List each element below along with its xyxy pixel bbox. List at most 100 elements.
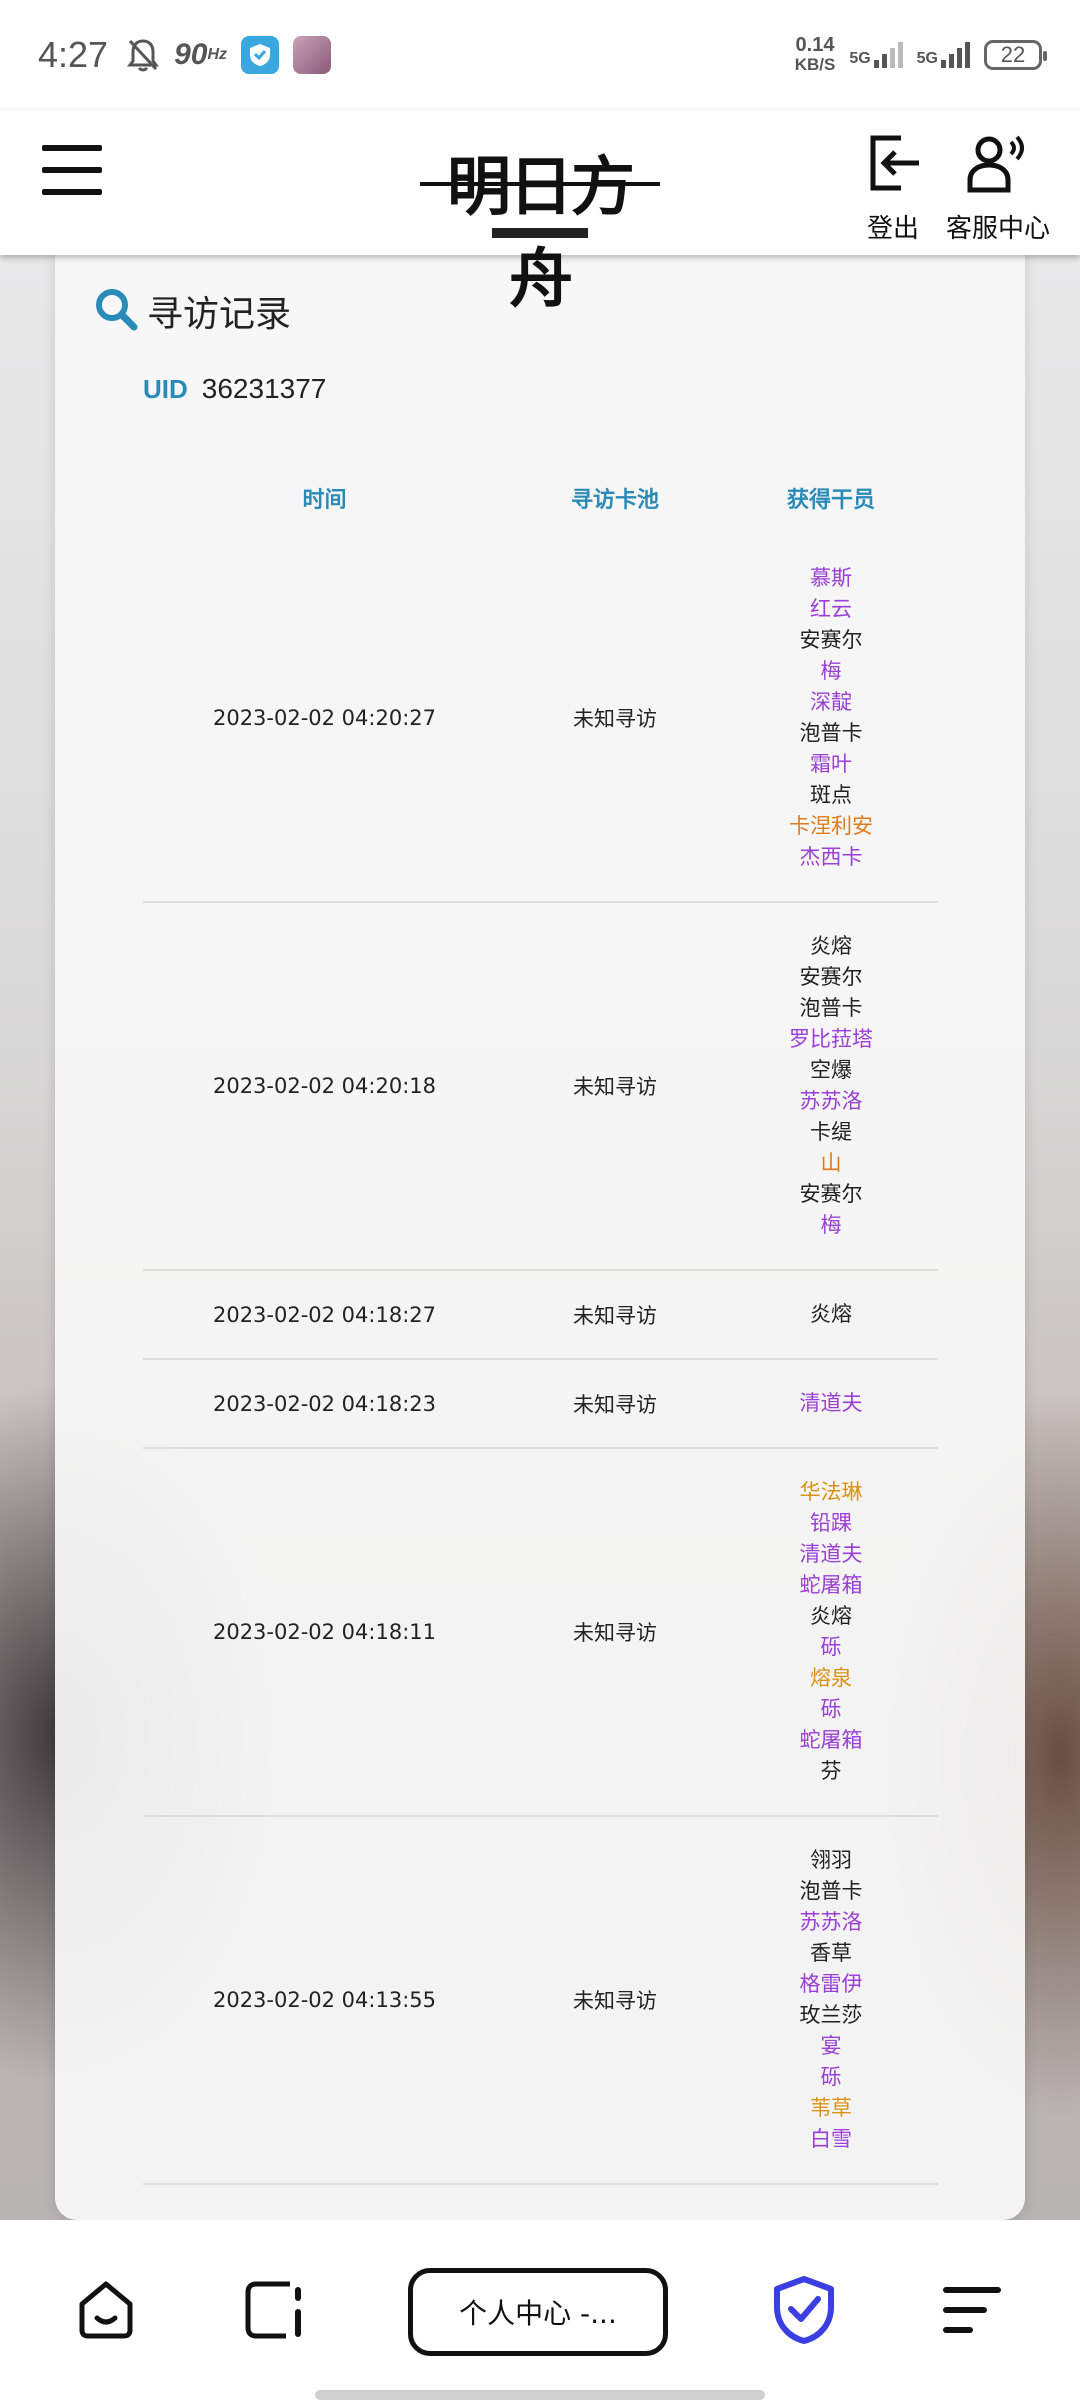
battery-level: 22: [1000, 42, 1026, 67]
operator-name: 炎熔: [810, 1604, 852, 1628]
operator-name: 卡涅利安: [789, 814, 873, 838]
operator-name: 安赛尔: [799, 1182, 863, 1206]
row-operators: 炎熔 安赛尔 泡普卡 罗比菈塔 空爆 苏苏洛 卡缇山安赛尔梅: [724, 903, 938, 1269]
table-row: 2023-02-02 04:20:18 未知寻访 炎熔 安赛尔 泡普卡 罗比菈塔 空爆 苏苏洛…: [143, 903, 938, 1271]
operator-name: 翎羽: [810, 1848, 852, 1872]
app-avatar-icon: [293, 36, 332, 74]
operator-name: 梅: [820, 1213, 842, 1237]
row-operators: 翎羽 泡普卡 苏苏洛 香草 格雷伊 玫兰莎宴砾苇草 白雪: [724, 1817, 938, 2183]
operator-name: 白雪: [810, 2127, 852, 2151]
logout-icon: [858, 128, 928, 198]
table-row: 2023-02-02 04:13:55 未知寻访 翎羽 泡普卡 苏苏洛 香草 格雷伊 玫兰莎宴…: [143, 1817, 938, 2185]
shield-check-icon[interactable]: [764, 2270, 844, 2350]
tabs-icon[interactable]: [234, 2270, 314, 2350]
operator-name: 空爆: [810, 1058, 852, 1082]
battery-icon: 22: [984, 40, 1047, 70]
operator-name: 苇草: [810, 2096, 852, 2120]
net-speed-unit: KB/S: [794, 55, 836, 74]
operator-name: 斑点: [810, 783, 852, 807]
status-time: 4:27: [38, 34, 109, 75]
bell-muted-icon: [126, 37, 160, 73]
operator-name: 铅踝: [810, 1511, 852, 1535]
signal-1: 5G: [849, 42, 903, 68]
signal-bars-icon: [873, 42, 903, 68]
operator-name: 梅: [820, 659, 842, 683]
row-time: 2023-02-02 04:18:27: [212, 1302, 437, 1327]
table-row: 2023-02-02 04:18:27 未知寻访 炎熔: [143, 1271, 938, 1360]
signal-2: 5G: [917, 42, 970, 68]
operator-name: 砾: [820, 1697, 842, 1721]
current-tab-button[interactable]: 个人中心 -...: [408, 2268, 668, 2356]
signal-1-label: 5G: [849, 50, 871, 67]
uid-value: 36231377: [201, 373, 327, 404]
operator-name: 玫兰莎: [799, 2003, 863, 2027]
operator-name: 安赛尔: [799, 965, 863, 989]
operator-name: 霜叶: [810, 752, 852, 776]
row-time: 2023-02-02 04:20:18: [212, 1074, 437, 1098]
row-operators: 华法琳 铅踝 清道夫 蛇屠箱 炎熔砾熔泉砾蛇屠箱芬: [724, 1449, 938, 1815]
uid-label: UID: [143, 374, 188, 404]
site-logo[interactable]: 明日方舟: [420, 124, 660, 317]
operator-name: 安赛尔: [799, 628, 863, 652]
refresh-rate-unit: Hz: [207, 46, 228, 63]
customer-service-icon: [963, 128, 1033, 198]
app-shield-icon: [241, 36, 280, 74]
row-pool: 未知寻访: [573, 1989, 657, 2013]
operator-name: 杰西卡: [799, 845, 863, 869]
operator-name: 苏苏洛: [799, 1910, 863, 1934]
row-pool: 未知寻访: [573, 1303, 657, 1328]
row-time: 2023-02-02 04:18:11: [212, 1620, 437, 1644]
home-icon[interactable]: [66, 2270, 146, 2350]
column-header-time: 时间: [302, 487, 347, 513]
status-bar: 4:27 90 Hz 0.14 KB/S 5G 5G 22: [0, 0, 1080, 110]
row-time: 2023-02-02 04:13:55: [212, 1988, 437, 2012]
table-row: 2023-02-02 04:18:11 未知寻访 华法琳 铅踝 清道夫 蛇屠箱 炎熔砾熔泉砾…: [143, 1449, 938, 1817]
row-operators: 慕斯 红云 安赛尔梅深靛 泡普卡 霜叶 斑点 卡涅利安 杰西卡: [724, 535, 938, 901]
row-operators: 炎熔: [724, 1271, 938, 1358]
operator-name: 苏苏洛: [799, 1089, 863, 1113]
signal-bars-icon: [941, 42, 970, 68]
current-tab-label: 个人中心 -...: [459, 2297, 617, 2330]
operator-name: 蛇屠箱: [799, 1728, 863, 1752]
card-title-label: 寻访记录: [147, 294, 292, 335]
row-operators: 清道夫: [724, 1360, 938, 1447]
net-speed-value: 0.14: [795, 34, 835, 56]
operator-name: 罗比菈塔: [789, 1027, 873, 1051]
row-pool: 未知寻访: [573, 1621, 657, 1645]
refresh-rate: 90 Hz: [174, 38, 227, 72]
operator-name: 炎熔: [810, 1302, 852, 1326]
operator-name: 砾: [820, 1635, 842, 1659]
hamburger-menu-icon[interactable]: [42, 145, 102, 195]
operator-name: 泡普卡: [799, 721, 863, 745]
uid-row: UID 36231377: [143, 373, 326, 405]
operator-name: 泡普卡: [799, 996, 863, 1020]
operator-name: 熔泉: [810, 1666, 852, 1690]
table-row: 2023-02-02 04:18:23 未知寻访 清道夫: [143, 1360, 938, 1449]
row-time: 2023-02-02 04:18:23: [212, 1391, 437, 1416]
refresh-rate-value: 90: [174, 38, 208, 71]
operator-name: 芬: [820, 1759, 842, 1783]
top-nav: 明日方舟 登出 客服中心: [0, 110, 1080, 317]
column-header-operators: 获得干员: [786, 487, 875, 513]
row-pool: 未知寻访: [573, 707, 657, 731]
gacha-table: 时间 寻访卡池 获得干员 2023-02-02 04:20:27 未知寻访 慕斯 红云…: [143, 460, 938, 2185]
signal-2-label: 5G: [916, 50, 938, 67]
search-icon: [93, 286, 139, 336]
card-title: 寻访记录: [93, 285, 291, 337]
gacha-record-card: 寻访记录 UID 36231377 时间 寻访卡池 获得干员 2023-02-0…: [55, 255, 1025, 2220]
operator-name: 泡普卡: [799, 1879, 863, 1903]
column-header-pool: 寻访卡池: [570, 487, 659, 513]
menu-icon[interactable]: [932, 2270, 1012, 2350]
home-indicator[interactable]: [315, 2390, 765, 2400]
row-time: 2023-02-02 04:20:27: [212, 706, 437, 730]
customer-service-button[interactable]: 客服中心: [946, 128, 1050, 245]
operator-name: 格雷伊: [799, 1972, 863, 1996]
logout-label: 登出: [866, 214, 919, 244]
operator-name: 蛇屠箱: [799, 1573, 863, 1597]
logout-button[interactable]: 登出: [858, 128, 928, 245]
table-row: 2023-02-02 04:20:27 未知寻访 慕斯 红云 安赛尔梅深靛 泡普卡 霜叶 斑点…: [143, 535, 938, 903]
operator-name: 卡缇: [810, 1120, 852, 1144]
row-pool: 未知寻访: [573, 1075, 657, 1099]
operator-name: 华法琳: [799, 1480, 863, 1504]
operator-name: 慕斯: [810, 566, 852, 590]
